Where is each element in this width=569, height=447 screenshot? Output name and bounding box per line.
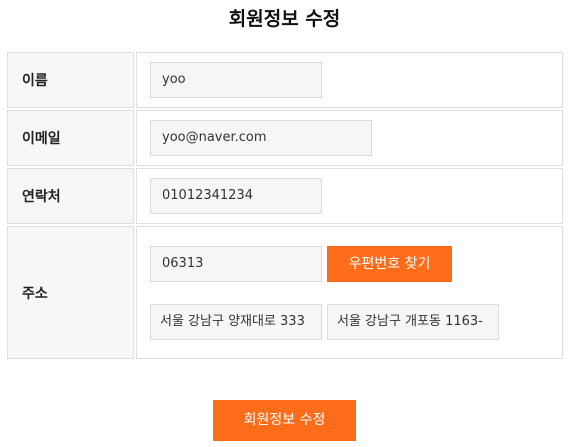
name-cell: yoo — [136, 52, 563, 108]
email-label: 이메일 — [7, 110, 134, 166]
email-cell: yoo@naver.com — [136, 110, 563, 166]
address-label: 주소 — [7, 226, 134, 359]
email-field[interactable]: yoo@naver.com — [150, 120, 372, 156]
road-address-field[interactable]: 서울 강남구 양재대로 333 — [150, 303, 322, 340]
form-row-name: 이름 yoo — [7, 52, 563, 108]
form-row-phone: 연락처 01012341234 — [7, 168, 563, 224]
find-zipcode-button[interactable]: 우편번호 찾기 — [327, 245, 452, 282]
zipcode-field[interactable]: 06313 — [150, 245, 322, 282]
phone-cell: 01012341234 — [136, 168, 563, 224]
form-row-email: 이메일 yoo@naver.com — [7, 110, 563, 166]
name-field[interactable]: yoo — [150, 62, 322, 98]
submit-button[interactable]: 회원정보 수정 — [213, 400, 356, 441]
address-detail-line: 서울 강남구 양재대로 333 서울 강남구 개포동 1163- — [150, 303, 562, 340]
page-title: 회원정보 수정 — [228, 8, 341, 30]
form-row-address: 주소 06313 우편번호 찾기 서울 강남구 양재대로 333 서울 강남구 … — [7, 226, 563, 359]
phone-field[interactable]: 01012341234 — [150, 178, 322, 214]
zipcode-line: 06313 우편번호 찾기 — [150, 245, 562, 282]
address-cell: 06313 우편번호 찾기 서울 강남구 양재대로 333 서울 강남구 개포동… — [136, 226, 563, 359]
name-label: 이름 — [7, 52, 134, 108]
jibun-address-field[interactable]: 서울 강남구 개포동 1163- — [327, 303, 499, 340]
phone-label: 연락처 — [7, 168, 134, 224]
member-edit-form: 이름 yoo 이메일 yoo@naver.com 연락처 01012341234… — [5, 50, 565, 361]
